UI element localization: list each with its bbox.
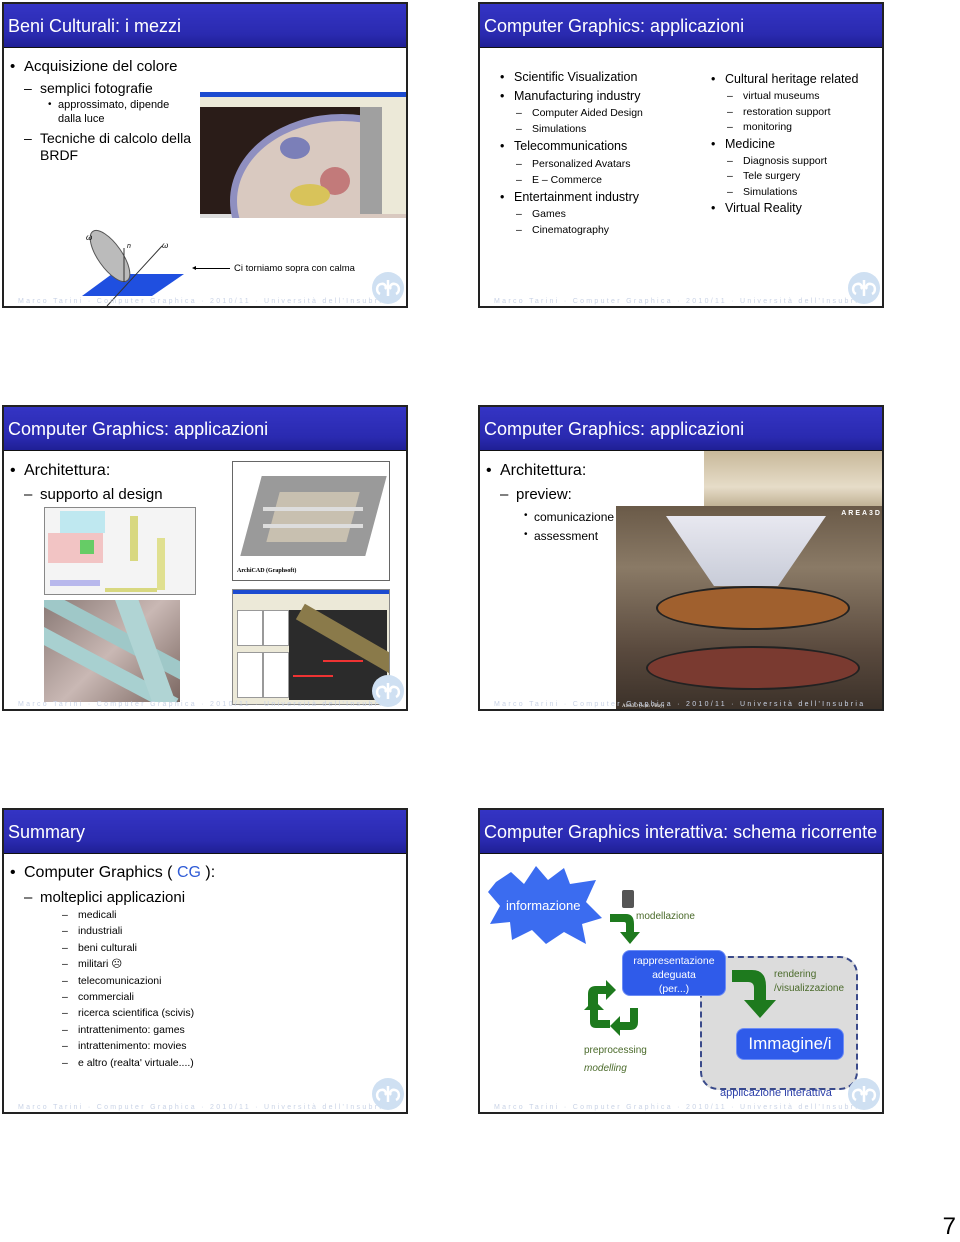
cg-accent: CG [176, 864, 201, 881]
list-item: e altro (realta' virtuale....) [62, 1057, 194, 1069]
slide-beni-culturali: Beni Culturali: i mezzi Acquisizione del… [2, 2, 408, 308]
bullet: Telecommunications [500, 139, 627, 153]
slide-title: Summary [4, 810, 406, 854]
bullet: Computer Graphics ( CG ): [10, 864, 216, 882]
slide-footer: Marco Tarini · Computer Graphica · 2010/… [494, 701, 866, 708]
bullet: Medicine [711, 137, 775, 151]
preprocessing-label: preprocessing [584, 1045, 647, 1056]
sub-bullet: E – Commerce [516, 174, 602, 186]
bullet: Architettura: [10, 462, 110, 480]
university-logo [372, 675, 404, 707]
sub-bullet: supporto al design [24, 486, 163, 503]
slide-title: Beni Culturali: i mezzi [4, 4, 406, 48]
sub-bullet: Personalized Avatars [516, 158, 631, 170]
university-logo [372, 1078, 404, 1110]
sub-bullet: restoration support [727, 106, 830, 118]
rappresentazione-line: rappresentazione [633, 955, 715, 967]
applicazione-interattiva-label: applicazione interattiva [720, 1087, 832, 1099]
modellazione-arrow-icon [610, 914, 640, 944]
list-item: industriali [62, 925, 122, 937]
slide-footer: Marco Tarini · Computer Graphica · 2010/… [18, 1104, 390, 1111]
sub-bullet: Games [516, 208, 566, 220]
slide-title: Computer Graphics: applicazioni [480, 4, 882, 48]
bullet: Cultural heritage related [711, 72, 858, 86]
hvac-floor-plan [44, 507, 196, 595]
list-item: telecomunicazioni [62, 975, 162, 987]
university-logo [848, 1078, 880, 1110]
pipes-render [44, 600, 180, 702]
archicad-3d-model: ArchiCAD (Graphsoft) [232, 461, 390, 581]
plate-scan-screenshot [200, 92, 406, 218]
university-logo [372, 272, 404, 304]
list-item: militari ☹ [62, 958, 122, 970]
sub-bullet: Diagnosis support [727, 155, 827, 167]
list-item: medicali [62, 909, 116, 921]
slide-architettura-design: Computer Graphics: applicazioni Architet… [2, 405, 408, 711]
sub-sub-bullet: approssimato, dipende [48, 99, 169, 111]
modelling-label: modelling [584, 1063, 627, 1074]
cad-software-screenshot [232, 589, 390, 705]
slide-title: Computer Graphics: applicazioni [480, 407, 882, 451]
sub-bullet: Simulations [727, 186, 797, 198]
slide-title: Computer Graphics: applicazioni [4, 407, 406, 451]
bullet-text: ): [200, 864, 216, 881]
sub-sub-bullet: comunicazione [524, 510, 614, 524]
interior-ceiling-render [704, 451, 882, 511]
sub-bullet: Computer Aided Design [516, 107, 643, 119]
rendering-line: rendering [774, 969, 817, 980]
slide-footer: Marco Tarini · Computer Graphica · 2010/… [18, 701, 390, 708]
bullet: Scientific Visualization [500, 70, 638, 84]
area3d-brand: AREA3D [841, 510, 882, 517]
bullet: Virtual Reality [711, 201, 802, 215]
slide-footer: Marco Tarini · Computer Graphica · 2010/… [494, 1104, 866, 1111]
bullet: Architettura: [486, 462, 586, 480]
sub-bullet: Cinematography [516, 224, 609, 236]
bullet: Manufacturing industry [500, 89, 641, 103]
sub-bullet: Tele surgery [727, 170, 800, 182]
museum-interior-render: AREA3D Area3D (with VRay) [616, 506, 882, 709]
sub-bullet: Tecniche di calcolo della [24, 130, 191, 146]
brdf-lobe-diagram: ω n ω [82, 229, 184, 306]
list-item: intrattenimento: games [62, 1024, 185, 1036]
list-item: intrattenimento: movies [62, 1040, 186, 1052]
rendering-line: /visualizzazione [774, 983, 845, 994]
sub-bullet: preview: [500, 486, 572, 503]
slide-summary: Summary Computer Graphics ( CG ): moltep… [2, 808, 408, 1114]
list-item: beni culturali [62, 942, 137, 954]
slide-title: Computer Graphics interattiva: schema ri… [480, 810, 882, 854]
sub-bullet: virtual museums [727, 90, 820, 102]
arrow-line [194, 268, 230, 269]
bullet: Acquisizione del colore [10, 58, 177, 75]
omega-o-label: ω [86, 233, 92, 242]
sub-bullet: monitoring [727, 121, 792, 133]
bullet: Entertainment industry [500, 190, 639, 204]
slide-architettura-preview: Computer Graphics: applicazioni Architet… [478, 405, 884, 711]
image-caption: ArchiCAD (Graphsoft) [237, 568, 297, 574]
note-text: Ci torniamo sopra con calma [234, 263, 355, 274]
sub-sub-bullet-cont: dalla luce [58, 113, 105, 125]
sub-bullet: Simulations [516, 123, 586, 135]
immagine-box: Immagine/i [736, 1028, 844, 1060]
arrow-head-icon [192, 266, 196, 270]
sub-bullet: semplici fotografie [24, 80, 153, 96]
sub-bullet: molteplici applicazioni [24, 889, 185, 906]
list-item: ricerca scientifica (scivis) [62, 1007, 194, 1019]
slide-footer: Marco Tarini · Computer Graphica · 2010/… [18, 298, 390, 305]
omega-i-label: ω [162, 241, 168, 250]
slide-cg-applicazioni-list: Computer Graphics: applicazioni Scientif… [478, 2, 884, 308]
university-logo [848, 272, 880, 304]
n-label: n [127, 243, 131, 250]
slide-footer: Marco Tarini · Computer Graphica · 2010/… [494, 298, 866, 305]
page-number: 7 [942, 1213, 956, 1240]
sub-sub-bullet: assessment [524, 529, 598, 543]
informazione-label: informazione [506, 898, 581, 913]
slide-schema-ricorrente: Computer Graphics interattiva: schema ri… [478, 808, 884, 1114]
sub-bullet-cont: BRDF [40, 147, 79, 163]
preprocessing-cycle-icon [584, 980, 638, 1036]
list-item: commerciali [62, 991, 134, 1003]
modeling-tool-icon [622, 890, 634, 908]
rendering-arrow-icon [732, 970, 776, 1018]
bullet-text: Computer Graphics ( [24, 864, 177, 881]
rendering-label: rendering /visualizzazione [774, 968, 844, 996]
